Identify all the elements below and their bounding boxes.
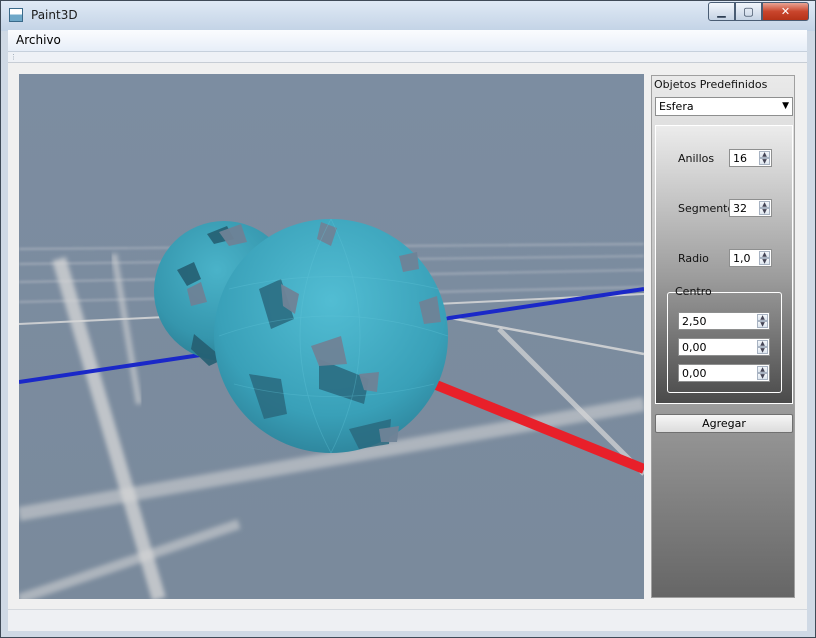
rings-label: Anillos: [678, 152, 715, 165]
3d-scene[interactable]: [19, 74, 644, 599]
segments-label: Segmento: [678, 202, 735, 215]
spin-down-icon[interactable]: ▼: [759, 208, 770, 215]
window-title: Paint3D: [31, 8, 78, 22]
spin-down-icon[interactable]: ▼: [757, 347, 768, 354]
center-group: Centro 2,50 ▲ ▼ 0,00 ▲ ▼ 0,00 ▲ ▼: [667, 285, 782, 393]
toolbar-strip: ⋮: [8, 52, 807, 63]
segments-spinbox[interactable]: 32 ▲ ▼: [729, 199, 772, 217]
sphere-2[interactable]: [214, 218, 449, 454]
center-z-value: 0,00: [682, 367, 707, 380]
minimize-button[interactable]: ▁: [708, 2, 735, 21]
spin-up-icon[interactable]: ▲: [759, 151, 770, 158]
center-x-spinbox[interactable]: 2,50 ▲ ▼: [678, 312, 770, 330]
radius-label: Radio: [678, 252, 709, 265]
rings-value: 16: [733, 152, 747, 165]
center-z-spinbox[interactable]: 0,00 ▲ ▼: [678, 364, 770, 382]
chevron-down-icon[interactable]: ▼: [782, 101, 789, 111]
segments-value: 32: [733, 202, 747, 215]
spin-down-icon[interactable]: ▼: [757, 321, 768, 328]
menu-bar: Archivo: [8, 30, 807, 52]
spin-down-icon[interactable]: ▼: [757, 373, 768, 380]
objects-panel: Objetos Predefinidos Esfera ▼ Anillos 16…: [651, 75, 795, 598]
3d-viewport[interactable]: [19, 74, 644, 599]
radius-spinbox[interactable]: 1,0 ▲ ▼: [729, 249, 772, 267]
maximize-button[interactable]: ▢: [735, 2, 762, 21]
spin-up-icon[interactable]: ▲: [757, 340, 768, 347]
spin-down-icon[interactable]: ▼: [759, 158, 770, 165]
sphere-params-group: Anillos 16 ▲ ▼ Segmento 32 ▲ ▼ Radio 1,0 ▲…: [655, 125, 793, 404]
object-type-value: Esfera: [659, 100, 694, 113]
app-icon: [9, 8, 23, 22]
spin-up-icon[interactable]: ▲: [757, 366, 768, 373]
toolbar-grip-icon[interactable]: ⋮: [10, 53, 17, 61]
window-controls: ▁ ▢ ✕: [708, 2, 809, 21]
panel-title: Objetos Predefinidos: [654, 78, 768, 91]
title-bar[interactable]: Paint3D ▁ ▢ ✕: [1, 1, 815, 31]
center-x-value: 2,50: [682, 315, 707, 328]
center-title: Centro: [675, 285, 712, 298]
close-button[interactable]: ✕: [762, 2, 809, 21]
spin-up-icon[interactable]: ▲: [759, 251, 770, 258]
spin-up-icon[interactable]: ▲: [759, 201, 770, 208]
status-bar: [8, 609, 807, 631]
center-y-value: 0,00: [682, 341, 707, 354]
spin-up-icon[interactable]: ▲: [757, 314, 768, 321]
radius-value: 1,0: [733, 252, 751, 265]
rings-spinbox[interactable]: 16 ▲ ▼: [729, 149, 772, 167]
object-type-select[interactable]: Esfera ▼: [655, 97, 793, 116]
spin-down-icon[interactable]: ▼: [759, 258, 770, 265]
add-button[interactable]: Agregar: [655, 414, 793, 433]
center-y-spinbox[interactable]: 0,00 ▲ ▼: [678, 338, 770, 356]
menu-archivo[interactable]: Archivo: [16, 33, 61, 47]
